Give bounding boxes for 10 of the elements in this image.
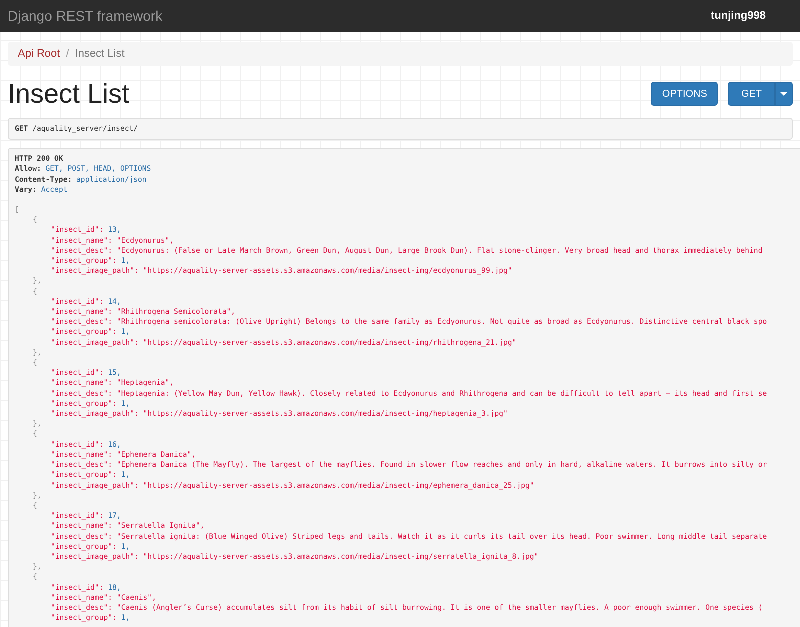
dropdown-toggle[interactable]	[775, 82, 793, 106]
page-title: Insect List	[8, 78, 130, 110]
get-button[interactable]: GET	[728, 82, 775, 106]
brand-link[interactable]: Django REST framework	[8, 8, 163, 24]
breadcrumb-separator: /	[66, 48, 70, 60]
breadcrumb-current: Insect List	[75, 48, 125, 60]
user-menu[interactable]: tunjing998	[710, 10, 766, 22]
breadcrumb-link[interactable]: Api Root	[18, 48, 60, 60]
caret-icon	[780, 92, 788, 96]
options-button[interactable]: OPTIONS	[651, 82, 718, 106]
